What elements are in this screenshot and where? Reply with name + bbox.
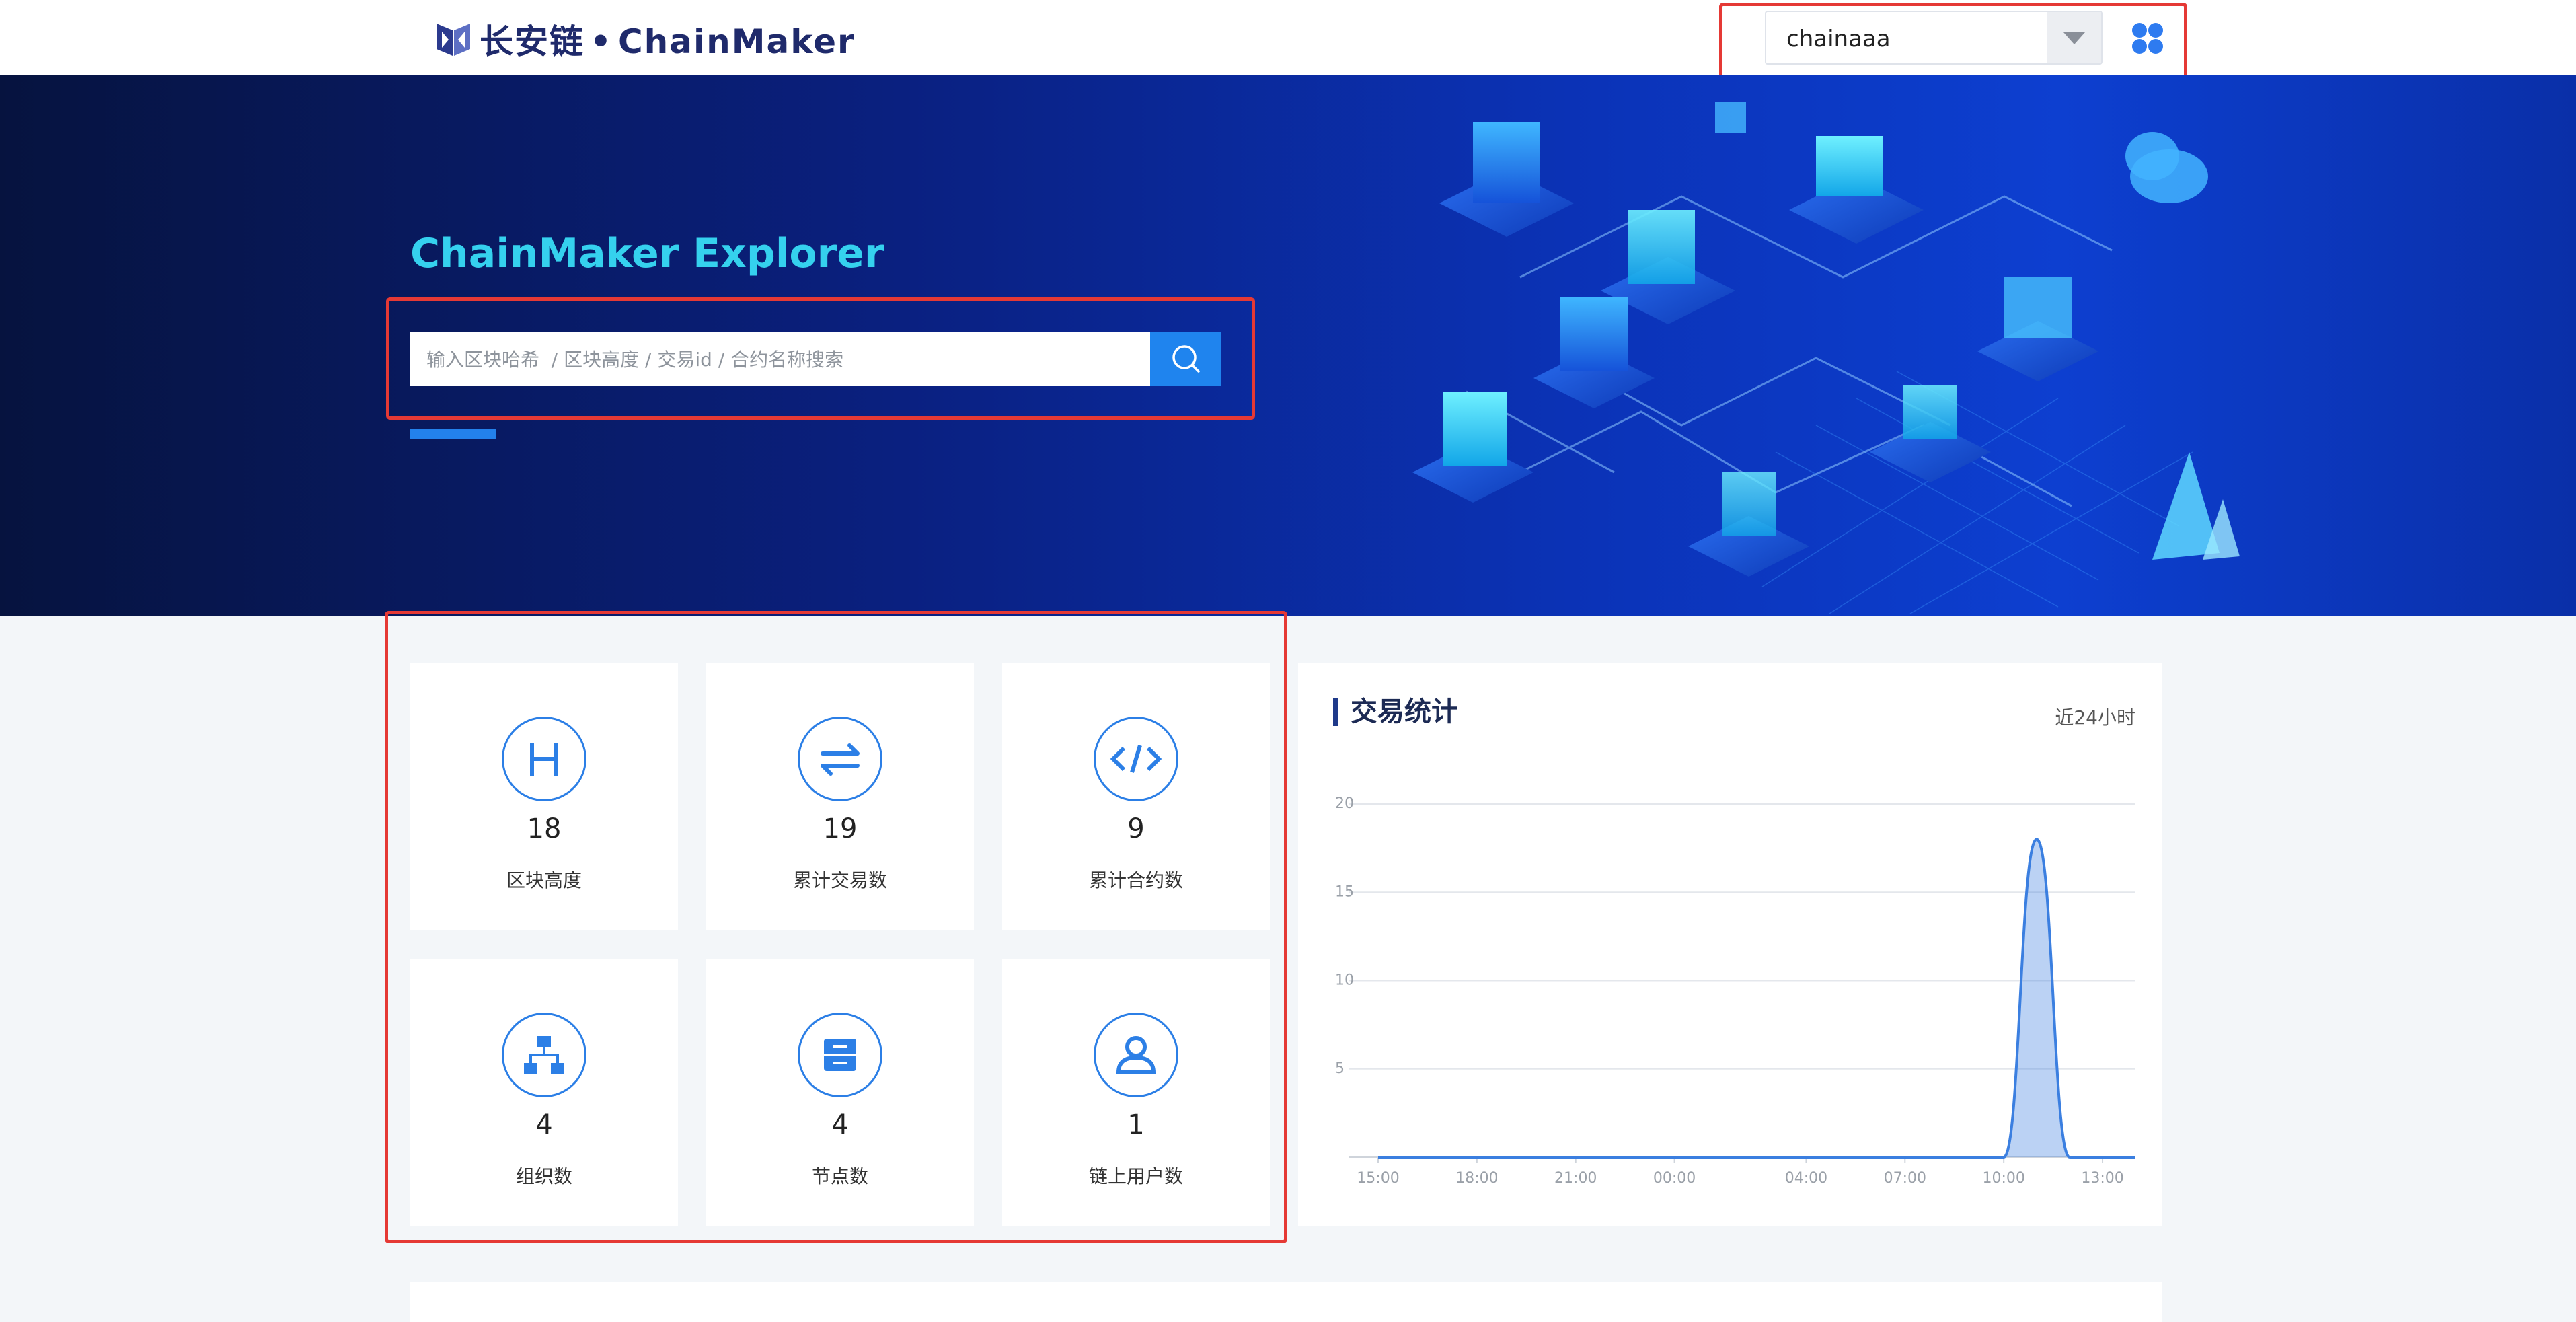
stat-value: 4 [535, 1109, 553, 1140]
transactions-icon [798, 717, 882, 801]
x-tick-label: 04:00 [1785, 1170, 1827, 1187]
stat-card-organizations[interactable]: 4 组织数 [410, 959, 678, 1226]
x-tick-label: 15:00 [1357, 1170, 1399, 1187]
stat-label: 累计交易数 [792, 869, 887, 891]
x-tick-label: 13:00 [2081, 1170, 2123, 1187]
node-server-icon [798, 1013, 882, 1097]
stat-card-transactions[interactable]: 19 累计交易数 [706, 663, 974, 930]
grid-menu-icon[interactable] [2131, 22, 2164, 55]
chain-select[interactable]: chainaaa [1765, 11, 2103, 65]
x-tick-label: 07:00 [1884, 1170, 1926, 1187]
stat-value: 19 [823, 813, 858, 844]
x-tick-label: 00:00 [1653, 1170, 1696, 1187]
contract-code-icon [1094, 717, 1178, 801]
chainmaker-logo[interactable]: 长安链 • ChainMaker [434, 19, 856, 61]
block-height-icon [502, 717, 586, 801]
stat-card-nodes[interactable]: 4 节点数 [706, 959, 974, 1226]
stat-value: 1 [1127, 1109, 1145, 1140]
page-title: ChainMaker Explorer [410, 230, 884, 277]
organization-icon [502, 1013, 586, 1097]
x-tick-label: 10:00 [1982, 1170, 2024, 1187]
search-button[interactable] [1150, 332, 1221, 386]
stat-label: 组织数 [515, 1165, 572, 1187]
y-tick-label: 5 [1335, 1060, 1344, 1077]
user-icon [1094, 1013, 1178, 1097]
stat-card-users[interactable]: 1 链上用户数 [1002, 959, 1270, 1226]
bottom-panel [410, 1282, 2162, 1322]
stat-value: 18 [527, 813, 562, 844]
x-tick-label: 18:00 [1455, 1170, 1498, 1187]
hero-banner: ChainMaker Explorer [0, 75, 2576, 616]
stat-label: 区块高度 [506, 869, 582, 891]
chain-select-value: chainaaa [1786, 26, 1891, 52]
stat-label: 累计合约数 [1088, 869, 1183, 891]
stat-card-block-height[interactable]: 18 区块高度 [410, 663, 678, 930]
chain-select-dropdown-button[interactable] [2047, 12, 2101, 63]
y-tick-label: 10 [1335, 972, 1354, 989]
blockchain-network-illustration [1412, 102, 2240, 614]
logo-text: 长安链 • ChainMaker [480, 22, 856, 61]
stat-label: 链上用户数 [1088, 1165, 1183, 1187]
y-tick-label: 15 [1335, 883, 1354, 900]
stat-value: 4 [831, 1109, 849, 1140]
chevron-down-icon [2063, 32, 2085, 44]
y-tick-label: 20 [1335, 795, 1354, 812]
x-tick-label: 21:00 [1554, 1170, 1597, 1187]
search-icon [1172, 345, 1200, 373]
transaction-stats-panel: 交易统计 近24小时 5 10 15 20 15:00 18:00 21:00 00:00 04… [1298, 663, 2162, 1226]
search-underline [410, 429, 496, 439]
stat-label: 节点数 [811, 1165, 868, 1187]
stat-value: 9 [1127, 813, 1145, 844]
search-input[interactable] [410, 332, 1150, 386]
series-area [1378, 839, 2135, 1157]
transaction-chart: 5 10 15 20 15:00 18:00 21:00 00:00 04:00 07:00 10:… [1335, 795, 2135, 1187]
chainmaker-logo-icon [437, 24, 470, 56]
top-header: 长安链 • ChainMaker chainaaa [0, 0, 2576, 75]
search-bar [410, 332, 1221, 386]
stat-card-contracts[interactable]: 9 累计合约数 [1002, 663, 1270, 930]
